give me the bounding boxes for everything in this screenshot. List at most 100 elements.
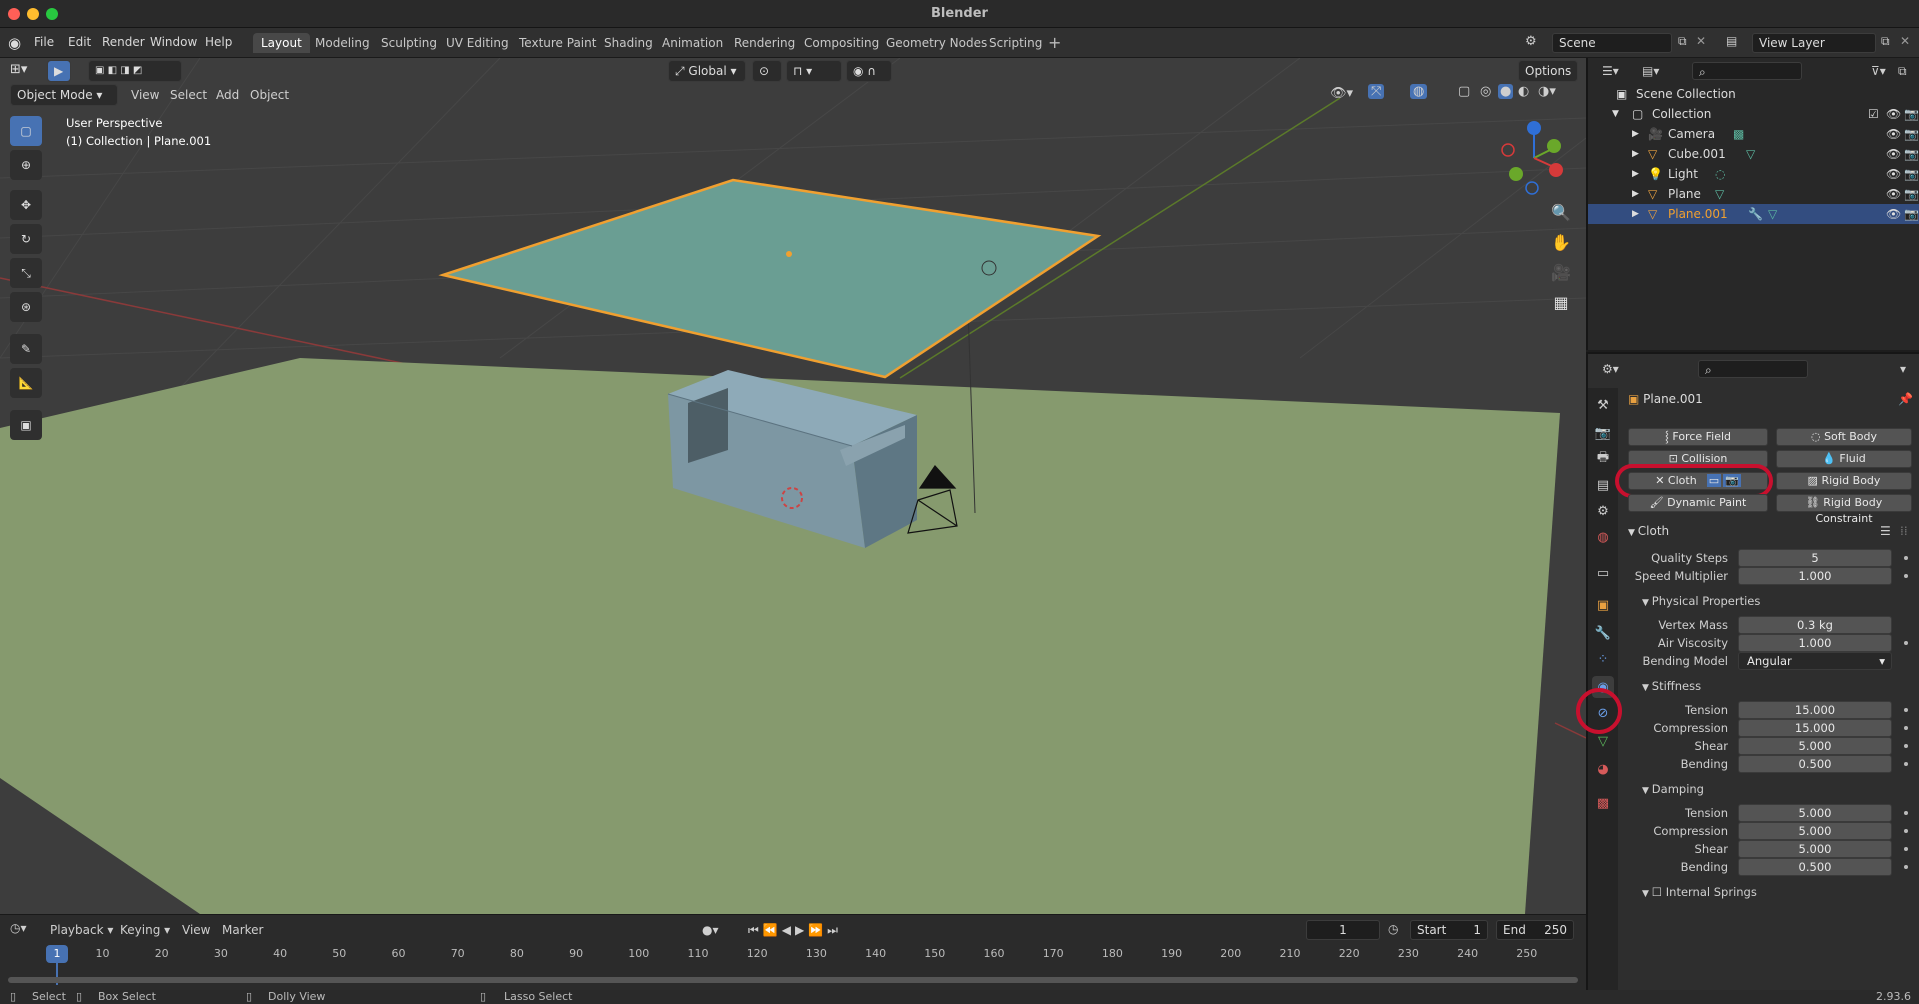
scene-field[interactable]: Scene — [1552, 33, 1672, 53]
material-tab-icon[interactable]: ◕ — [1592, 758, 1614, 780]
speed-multiplier-field[interactable]: 1.000 — [1738, 567, 1892, 585]
pan-view-icon[interactable]: ✋ — [1545, 228, 1577, 256]
menu-edit[interactable]: Edit — [68, 35, 91, 49]
keyframe-dot[interactable] — [1904, 708, 1908, 712]
damping-compression-field[interactable]: 5.000 — [1738, 822, 1892, 840]
tab-compositing[interactable]: Compositing — [796, 33, 887, 53]
keyframe-dot[interactable] — [1904, 726, 1908, 730]
expand-icon[interactable]: ▶ — [1632, 124, 1639, 144]
drag-handle-icon[interactable]: ⁞⁞ — [1900, 524, 1908, 538]
new-scene-icon[interactable]: ⧉ — [1678, 34, 1687, 49]
viewport-menu-select[interactable]: Select — [170, 88, 207, 102]
keying-menu[interactable]: Keying ▾ — [120, 923, 170, 937]
view-layer-tab-icon[interactable]: ▤ — [1592, 474, 1614, 496]
render-camera-icon[interactable]: 📷 — [1904, 184, 1919, 204]
output-tab-icon[interactable]: 🖶 — [1592, 448, 1614, 470]
expand-icon[interactable]: ▶ — [1632, 184, 1639, 204]
viewport-menu-object[interactable]: Object — [250, 88, 289, 102]
timeline-view-menu[interactable]: View — [182, 923, 210, 937]
wireframe-shading-icon[interactable]: ◎ — [1480, 84, 1491, 99]
display-mode-icon[interactable]: ▤▾ — [1642, 64, 1659, 78]
render-tab-icon[interactable]: 📷 — [1592, 422, 1614, 444]
options-dropdown[interactable]: Options — [1518, 60, 1578, 82]
solid-shading-icon[interactable]: ● — [1498, 84, 1514, 99]
preview-range-icon[interactable]: ◷ — [1388, 922, 1398, 936]
tab-texture-paint[interactable]: Texture Paint — [511, 33, 604, 53]
expand-icon[interactable]: ▶ — [1632, 144, 1639, 164]
physical-properties-header[interactable]: ▼ Physical Properties — [1642, 594, 1760, 608]
properties-editor-icon[interactable]: ⚙▾ — [1602, 362, 1619, 376]
stiffness-bending-field[interactable]: 0.500 — [1738, 755, 1892, 773]
outliner-scene-collection[interactable]: ▣ Scene Collection — [1588, 84, 1919, 104]
bending-model-dropdown[interactable]: Angular ▾ — [1738, 652, 1892, 670]
view-layer-icon[interactable]: ▤ — [1726, 34, 1737, 48]
keyframe-dot[interactable] — [1904, 744, 1908, 748]
filter-icon[interactable]: ⊽▾ — [1871, 64, 1886, 78]
force-field-button[interactable]: ⸾ Force Field — [1628, 428, 1768, 446]
tool-tab-icon[interactable]: ⚒ — [1592, 394, 1614, 416]
xray-toggle-icon[interactable]: ▢ — [1458, 84, 1470, 99]
select-mode-icon[interactable]: ▶ — [47, 60, 71, 82]
blender-logo-icon[interactable]: ◉ — [8, 34, 21, 52]
perspective-toggle-icon[interactable]: ▦ — [1545, 288, 1577, 316]
tab-rendering[interactable]: Rendering — [726, 33, 803, 53]
tab-modeling[interactable]: Modeling — [307, 33, 378, 53]
add-workspace-icon[interactable]: + — [1048, 33, 1061, 52]
selection-mode-icons[interactable]: ▣ ◧ ◨ ◩ — [88, 60, 182, 82]
stiffness-tension-field[interactable]: 15.000 — [1738, 701, 1892, 719]
visibility-icon[interactable]: 👁▾ — [1330, 86, 1353, 101]
viewport-menu-add[interactable]: Add — [216, 88, 239, 102]
zoom-view-icon[interactable]: 🔍 — [1545, 198, 1577, 226]
view-layer-field[interactable]: View Layer — [1752, 33, 1876, 53]
visibility-eye-icon[interactable]: 👁 — [1886, 144, 1901, 164]
end-frame-field[interactable]: End 250 — [1496, 920, 1574, 940]
keyframe-dot[interactable] — [1904, 829, 1908, 833]
outliner-item-plane-001[interactable]: ▶ ▽ Plane.001 🔧 ▽ 👁 📷 — [1588, 204, 1919, 224]
visibility-eye-icon[interactable]: 👁 — [1886, 164, 1901, 184]
timeline-scrollbar[interactable] — [8, 977, 1578, 983]
outliner-item-light[interactable]: ▶ 💡 Light ◌ 👁 📷 — [1588, 164, 1919, 184]
stiffness-shear-field[interactable]: 5.000 — [1738, 737, 1892, 755]
keyframe-dot[interactable] — [1904, 847, 1908, 851]
stiffness-compression-field[interactable]: 15.000 — [1738, 719, 1892, 737]
stiffness-header[interactable]: ▼ Stiffness — [1642, 679, 1701, 693]
world-tab-icon[interactable]: ◍ — [1592, 526, 1614, 548]
keyframe-dot[interactable] — [1904, 641, 1908, 645]
internal-springs-header[interactable]: ▼ ☐ Internal Springs — [1642, 885, 1757, 899]
damping-header[interactable]: ▼ Damping — [1642, 782, 1704, 796]
cloth-panel-header[interactable]: ▼ Cloth — [1628, 524, 1669, 538]
damping-shear-field[interactable]: 5.000 — [1738, 840, 1892, 858]
keyframe-dot[interactable] — [1904, 574, 1908, 578]
marker-menu[interactable]: Marker — [222, 923, 263, 937]
overlay-toggle-icon[interactable]: ◍ — [1410, 84, 1428, 99]
playback-menu[interactable]: Playback ▾ — [50, 923, 113, 937]
air-viscosity-field[interactable]: 1.000 — [1738, 634, 1892, 652]
particles-tab-icon[interactable]: ⁘ — [1592, 648, 1614, 670]
render-camera-icon[interactable]: 📷 — [1904, 204, 1919, 224]
playback-controls[interactable]: ⏮⏪◀▶⏩⏭ — [748, 923, 842, 938]
scale-tool-icon[interactable]: ⤡ — [10, 258, 42, 288]
rigid-body-button[interactable]: ▨ Rigid Body — [1776, 472, 1912, 490]
new-collection-icon[interactable]: ⧉ — [1898, 64, 1907, 79]
tab-geometry-nodes[interactable]: Geometry Nodes — [878, 33, 995, 53]
outliner-item-cube[interactable]: ▶ ▽ Cube.001 ▽ 👁 📷 — [1588, 144, 1919, 164]
current-frame-field[interactable]: 1 — [1306, 920, 1380, 940]
rigid-body-constraint-button[interactable]: ⛓ Rigid Body Constraint — [1776, 494, 1912, 525]
keyframe-dot[interactable] — [1904, 556, 1908, 560]
move-tool-icon[interactable]: ✥ — [10, 190, 42, 220]
gizmo-toggle-icon[interactable]: ⤧ — [1368, 84, 1385, 99]
record-icon[interactable]: ●▾ — [702, 923, 719, 937]
vertex-mass-field[interactable]: 0.3 kg — [1738, 616, 1892, 634]
properties-options-icon[interactable]: ▾ — [1900, 362, 1906, 376]
rotate-tool-icon[interactable]: ↻ — [10, 224, 42, 254]
menu-window[interactable]: Window — [150, 35, 197, 49]
transform-orientation-dropdown[interactable]: ⤢ Global ▾ — [668, 60, 746, 82]
start-frame-field[interactable]: Start 1 — [1410, 920, 1488, 940]
rendered-shading-icon[interactable]: ◑▾ — [1538, 84, 1556, 99]
viewport-menu-view[interactable]: View — [131, 88, 159, 102]
expand-icon[interactable]: ▶ — [1632, 164, 1639, 184]
exclude-checkbox[interactable]: ☑ — [1868, 104, 1879, 124]
keyframe-dot[interactable] — [1904, 865, 1908, 869]
keyframe-dot[interactable] — [1904, 762, 1908, 766]
outliner-editor-icon[interactable]: ☰▾ — [1602, 64, 1619, 78]
